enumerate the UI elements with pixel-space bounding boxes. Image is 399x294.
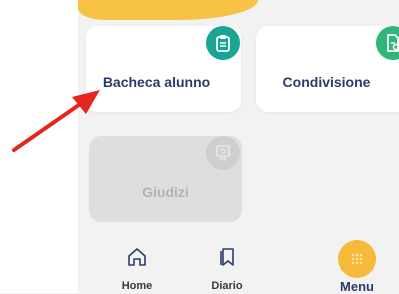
card-bacheca-alunno[interactable]: Bacheca alunno [86, 26, 241, 112]
nav-home[interactable]: Home [102, 228, 172, 293]
card-condivisione[interactable]: Condivisione [256, 26, 399, 112]
home-icon [128, 248, 146, 266]
share-document-icon [376, 26, 399, 60]
nav-menu-label: Menu [340, 279, 374, 294]
clipboard-icon [206, 26, 240, 60]
card-condivisione-label: Condivisione [282, 74, 371, 90]
header-accent-band [78, 0, 258, 20]
card-giudizi: Giudizi [89, 136, 242, 222]
bottom-navigation-bar: Home Diario Menu [78, 228, 399, 294]
bookmark-icon [220, 248, 234, 266]
grid-dots-icon [338, 240, 376, 278]
nav-diario[interactable]: Diario [192, 228, 262, 293]
nav-menu[interactable]: Menu [322, 228, 392, 294]
card-giudizi-label: Giudizi [142, 184, 189, 200]
left-background [0, 0, 78, 293]
nav-diario-label: Diario [211, 280, 243, 292]
certificate-icon [206, 136, 240, 170]
nav-home-label: Home [121, 280, 153, 292]
card-bacheca-label: Bacheca alunno [102, 74, 211, 90]
